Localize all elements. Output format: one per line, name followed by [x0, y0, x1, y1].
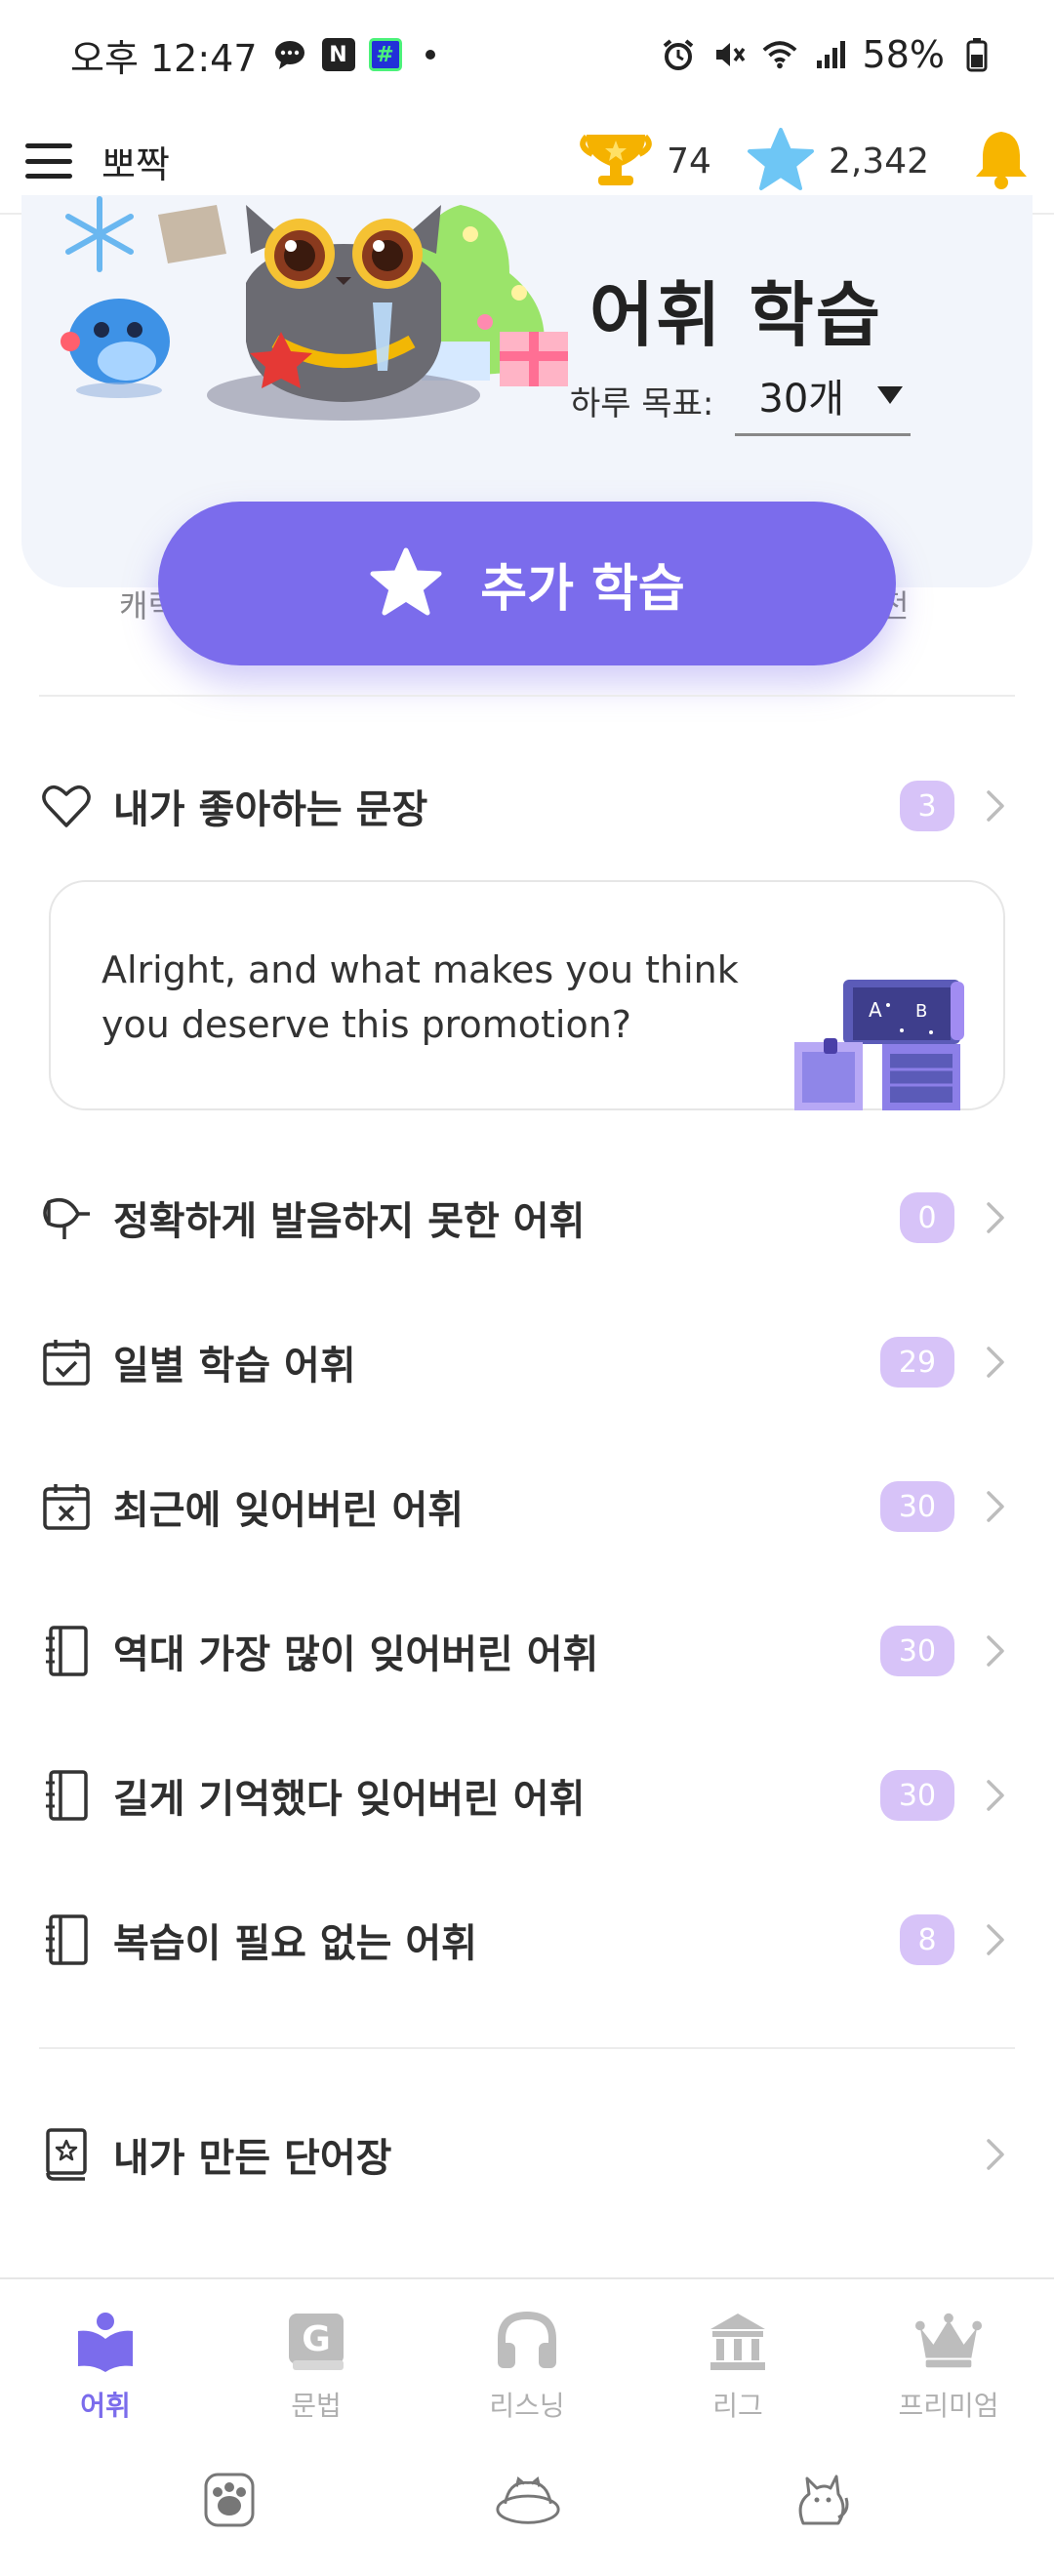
- trophy-icon: [579, 129, 653, 193]
- star-stat[interactable]: 2,342: [747, 127, 929, 195]
- count-badge: 30: [880, 1770, 954, 1821]
- pet-paw-icon[interactable]: [195, 2465, 264, 2533]
- wordbook-star-icon: [39, 2127, 94, 2182]
- svg-text:B: B: [915, 1001, 927, 1022]
- mute-icon: [710, 36, 748, 73]
- more-notifications-dot-icon: [425, 50, 435, 60]
- section-divider: [39, 2047, 1015, 2049]
- tab-label: 문법: [291, 2390, 342, 2422]
- league-building-icon: [704, 2307, 772, 2375]
- daily-goal-value: 30개: [758, 377, 845, 422]
- chevron-right-icon: [976, 1631, 1015, 1670]
- word-list-label: 정확하게 발음하지 못한 어휘: [113, 1199, 586, 1244]
- daily-goal-row: 하루 목표: 30개: [570, 367, 912, 436]
- tab-league[interactable]: 리그: [632, 2279, 843, 2435]
- chat-bubble-icon: [271, 36, 308, 73]
- notebook-icon: [39, 1624, 94, 1678]
- favorite-sentence-text: Alright, and what makes you think you de…: [101, 948, 739, 1046]
- calendar-check-icon: [39, 1335, 94, 1389]
- word-list-label: 복습이 필요 없는 어휘: [113, 1921, 477, 1966]
- count-badge: 3: [900, 781, 954, 831]
- word-list-row[interactable]: 최근에 잊어버린 어휘 30: [39, 1460, 1015, 1553]
- wifi-icon: [761, 36, 798, 73]
- hero-title: 어휘 학습: [589, 274, 883, 356]
- notebook-icon: [39, 1768, 94, 1823]
- word-list-label: 일별 학습 어휘: [113, 1344, 356, 1389]
- daily-goal-select[interactable]: 30개: [735, 367, 912, 436]
- svg-text:G: G: [302, 2319, 331, 2359]
- count-badge: 8: [900, 1914, 954, 1965]
- book-icon: [71, 2307, 140, 2375]
- extra-study-button[interactable]: 추가 학습: [158, 502, 896, 665]
- star-count: 2,342: [828, 141, 929, 181]
- word-list-label: 최근에 잊어버린 어휘: [113, 1488, 465, 1533]
- favorite-sentences-label: 내가 좋아하는 문장: [113, 787, 428, 832]
- notifications-button[interactable]: [972, 128, 1031, 194]
- notebook-icon: [39, 1912, 94, 1967]
- my-wordbook-label: 내가 만든 단어장: [113, 2136, 392, 2181]
- tab-label: 프리미엄: [898, 2390, 999, 2422]
- svg-text:A: A: [869, 998, 882, 1022]
- naver-notification-icon: N: [321, 38, 355, 71]
- tab-premium[interactable]: 프리미엄: [843, 2279, 1054, 2435]
- extra-study-label: 추가 학습: [480, 559, 685, 619]
- trophy-count: 74: [667, 141, 711, 181]
- count-badge: 29: [880, 1337, 954, 1388]
- count-badge: 30: [880, 1481, 954, 1532]
- characters-illustration-icon: [61, 196, 568, 421]
- hash-notification-icon: #: [368, 38, 402, 71]
- my-wordbook-row[interactable]: 내가 만든 단어장: [39, 2108, 1015, 2201]
- treasure-chest-icon: A B: [794, 980, 964, 1110]
- section-divider: [39, 695, 1015, 697]
- count-badge: 30: [880, 1626, 954, 1676]
- battery-icon: [958, 36, 995, 73]
- star-icon: [747, 127, 815, 195]
- tab-label: 리그: [712, 2390, 763, 2422]
- word-list-row[interactable]: 길게 기억했다 잊어버린 어휘 30: [39, 1749, 1015, 1842]
- heart-icon: [39, 779, 94, 833]
- word-list-row[interactable]: 역대 가장 많이 잊어버린 어휘 30: [39, 1604, 1015, 1698]
- crown-icon: [914, 2307, 983, 2375]
- status-time: 오후 12:47: [70, 36, 258, 80]
- daily-goal-label: 하루 목표:: [570, 384, 714, 423]
- count-badge: 0: [900, 1192, 954, 1243]
- bell-icon: [972, 128, 1031, 194]
- chevron-right-icon: [976, 1920, 1015, 1959]
- chevron-right-icon: [976, 786, 1015, 825]
- caret-down-icon: [877, 386, 904, 404]
- pronunciation-icon: [39, 1190, 94, 1245]
- battery-percent: 58%: [862, 33, 945, 76]
- bottom-navigation: 어휘 G 문법 리스닝 리그 프리미엄: [0, 2277, 1054, 2576]
- hamburger-menu-icon[interactable]: [23, 136, 74, 186]
- status-bar: 오후 12:47 N # 58%: [0, 0, 1054, 109]
- favorite-sentence-card[interactable]: Alright, and what makes you think you de…: [49, 880, 1005, 1110]
- word-list-label: 길게 기억했다 잊어버린 어휘: [113, 1777, 586, 1822]
- word-list-row[interactable]: 정확하게 발음하지 못한 어휘 0: [39, 1171, 1015, 1265]
- pet-cat-icon[interactable]: [787, 2465, 855, 2533]
- tab-listening[interactable]: 리스닝: [422, 2279, 632, 2435]
- word-list-row[interactable]: 복습이 필요 없는 어휘 8: [39, 1893, 1015, 1987]
- chevron-right-icon: [976, 1776, 1015, 1815]
- chevron-right-icon: [976, 1487, 1015, 1526]
- chevron-right-icon: [976, 2135, 1015, 2174]
- favorite-sentences-row[interactable]: 내가 좋아하는 문장 3: [39, 759, 1015, 853]
- signal-icon: [812, 36, 849, 73]
- calendar-x-icon: [39, 1479, 94, 1534]
- tab-grammar[interactable]: G 문법: [211, 2279, 422, 2435]
- app-title: 뽀짝: [101, 142, 170, 186]
- tab-label: 어휘: [80, 2390, 131, 2422]
- grammar-g-icon: G: [282, 2307, 350, 2375]
- trophy-stat[interactable]: 74: [579, 129, 711, 193]
- star-icon: [369, 546, 443, 621]
- tab-vocabulary[interactable]: 어휘: [0, 2279, 211, 2435]
- word-list-row[interactable]: 일별 학습 어휘 29: [39, 1315, 1015, 1409]
- chevron-right-icon: [976, 1343, 1015, 1382]
- word-list-label: 역대 가장 많이 잊어버린 어휘: [113, 1632, 599, 1677]
- chevron-right-icon: [976, 1198, 1015, 1237]
- pet-cat-bed-icon[interactable]: [494, 2465, 562, 2533]
- tab-label: 리스닝: [489, 2390, 565, 2422]
- headphones-icon: [493, 2307, 561, 2375]
- alarm-icon: [660, 36, 697, 73]
